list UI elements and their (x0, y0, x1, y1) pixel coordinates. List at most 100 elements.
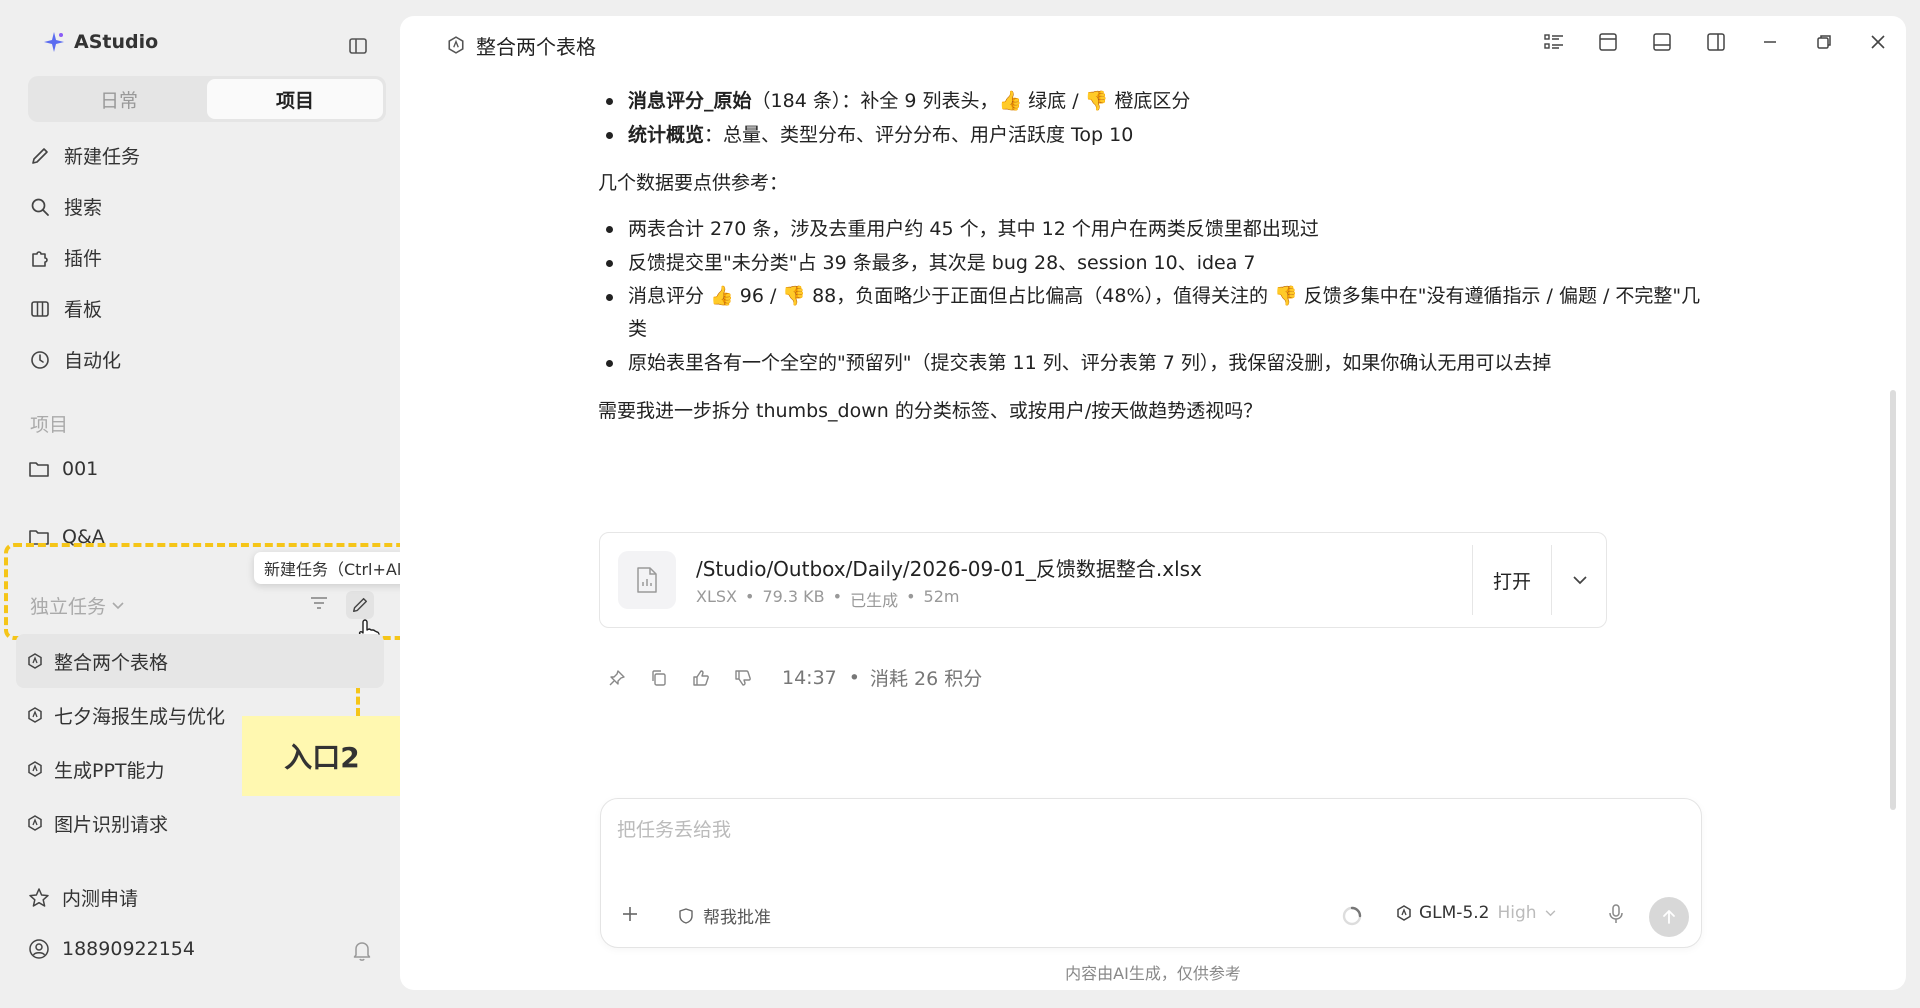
list-item: 统计概览：总量、类型分布、评分分布、用户活跃度 Top 10 (598, 118, 1708, 152)
bottom-panel-button[interactable] (1650, 30, 1674, 54)
main-panel: 整合两个表格 消息评分_原始（184 条）：补全 9 列表头，👍 绿底 / 👎 … (400, 16, 1906, 990)
data-points-list: 两表合计 270 条，涉及去重用户约 45 个，其中 12 个用户在两类反馈里都… (598, 212, 1708, 380)
user-avatar-icon (28, 938, 50, 960)
file-status: 已生成 (850, 591, 899, 610)
file-path[interactable]: /Studio/Outbox/Daily/2026-09-01_反馈数据整合.x… (696, 553, 1202, 582)
task-label: 图片识别请求 (54, 813, 169, 836)
spreadsheet-file-icon (618, 551, 676, 609)
meta-separator: • (745, 587, 755, 606)
model-badge-icon (28, 761, 42, 777)
list-item: 消息评分 👍 96 / 👎 88，负面略少于正面但占比偏高（48%），值得关注的… (598, 280, 1708, 346)
outline-view-button[interactable] (1542, 30, 1566, 54)
nav-label: 插件 (64, 248, 103, 270)
list-item-title: 统计概览 (628, 124, 705, 146)
minimize-button[interactable] (1758, 30, 1782, 54)
folder-icon (28, 460, 50, 478)
shield-icon (677, 907, 695, 925)
user-phone: 18890922154 (62, 938, 195, 960)
chevron-down-icon (1573, 575, 1587, 585)
list-item: 消息评分_原始（184 条）：补全 9 列表头，👍 绿底 / 👎 橙底区分 (598, 84, 1708, 118)
nav-label: 新建任务 (64, 146, 141, 168)
brand: AStudio (42, 30, 158, 54)
thumbs-down-button[interactable] (734, 669, 752, 687)
model-badge-icon (28, 815, 42, 831)
file-size: 79.3 KB (762, 587, 825, 606)
sidebar-toggle-button[interactable] (344, 34, 372, 58)
meta-separator: • (906, 587, 916, 606)
model-badge-icon (28, 707, 42, 723)
tab-project[interactable]: 项目 (207, 79, 383, 119)
model-badge-icon (448, 36, 464, 54)
open-file-button[interactable]: 打开 (1472, 545, 1552, 615)
task-input[interactable] (617, 819, 1677, 841)
nav-automation[interactable]: 自动化 (28, 334, 388, 385)
message-actions: 14:37 • 消耗 26 积分 (608, 664, 982, 691)
task-item[interactable]: 整合两个表格 (16, 634, 384, 688)
model-badge-icon (28, 653, 42, 669)
file-meta: XLSX • 79.3 KB • 已生成 • 52m (696, 587, 959, 611)
thumbs-up-button[interactable] (692, 669, 710, 687)
pin-button[interactable] (608, 669, 626, 687)
page-title: 整合两个表格 (476, 34, 596, 59)
pencil-icon (28, 146, 52, 166)
message-cost: 消耗 26 积分 (869, 668, 983, 690)
auto-approve-toggle[interactable]: 帮我批准 (677, 903, 771, 928)
nav-label: 搜索 (64, 197, 103, 219)
message-time: 14:37 (782, 666, 837, 689)
nav-label: 看板 (64, 299, 103, 321)
user-account[interactable]: 18890922154 (28, 938, 195, 960)
file-type: XLSX (696, 587, 737, 606)
send-button[interactable] (1649, 897, 1689, 937)
highlight-box (4, 543, 454, 640)
nav-board[interactable]: 看板 (28, 283, 388, 334)
composer: 帮我批准 GLM-5.2 High (600, 798, 1702, 948)
window-controls (1542, 30, 1890, 54)
file-options-button[interactable] (1552, 545, 1608, 615)
sidebar-panel-icon (349, 38, 367, 54)
bell-icon (352, 940, 372, 962)
meta-separator: • (848, 666, 860, 689)
mode-switch: 日常 项目 (28, 76, 386, 122)
list-item: 两表合计 270 条，涉及去重用户约 45 个，其中 12 个用户在两类反馈里都… (598, 212, 1708, 246)
project-folder-001[interactable]: 001 (28, 458, 98, 480)
task-item[interactable]: 生成PPT能力 (16, 742, 384, 796)
microphone-button[interactable] (1607, 903, 1625, 925)
meta-separator: • (832, 587, 843, 606)
task-list: 整合两个表格 七夕海报生成与优化 生成PPT能力 图片识别请求 (16, 634, 384, 850)
close-button[interactable] (1866, 30, 1890, 54)
model-name: GLM-5.2 (1419, 903, 1490, 923)
plugin-icon (28, 248, 52, 268)
task-label: 生成PPT能力 (54, 759, 165, 782)
copy-button[interactable] (650, 669, 668, 687)
chevron-down-icon (1545, 909, 1556, 917)
sparkle-logo-icon (42, 30, 66, 54)
ai-disclaimer: 内容由AI生成，仅供参考 (1065, 964, 1241, 983)
sidebar-nav: 新建任务 搜索 插件 看板 自动化 (28, 130, 388, 385)
task-label: 七夕海报生成与优化 (54, 705, 226, 728)
list-item-title: 消息评分_原始 (628, 90, 752, 112)
nav-search[interactable]: 搜索 (28, 181, 388, 232)
nav-plugins[interactable]: 插件 (28, 232, 388, 283)
list-item-text: ：总量、类型分布、评分分布、用户活跃度 Top 10 (704, 124, 1134, 146)
main-header: 整合两个表格 (400, 16, 1906, 74)
add-attachment-button[interactable] (621, 905, 639, 923)
right-panel-button[interactable] (1704, 30, 1728, 54)
task-item[interactable]: 图片识别请求 (16, 796, 384, 850)
nav-new-task[interactable]: 新建任务 (28, 130, 388, 181)
task-item[interactable]: 七夕海报生成与优化 (16, 688, 384, 742)
file-age: 52m (923, 587, 960, 606)
tab-daily[interactable]: 日常 (31, 79, 207, 119)
notification-button[interactable] (352, 940, 372, 962)
model-selector[interactable]: GLM-5.2 High (1397, 903, 1556, 923)
scrollbar[interactable] (1890, 390, 1896, 810)
data-points-intro: 几个数据要点供参考： (598, 172, 789, 194)
board-icon (28, 299, 52, 319)
restore-button[interactable] (1812, 30, 1836, 54)
top-panel-button[interactable] (1596, 30, 1620, 54)
task-label: 整合两个表格 (54, 651, 169, 674)
folder-label: 001 (62, 458, 99, 480)
model-level: High (1497, 903, 1537, 923)
sidebar: AStudio 日常 项目 新建任务 搜索 插件 看板 自动化 项目 001 Q… (0, 0, 459, 1008)
beta-apply-link[interactable]: 内测申请 (28, 884, 138, 911)
model-badge-icon (1397, 905, 1411, 921)
